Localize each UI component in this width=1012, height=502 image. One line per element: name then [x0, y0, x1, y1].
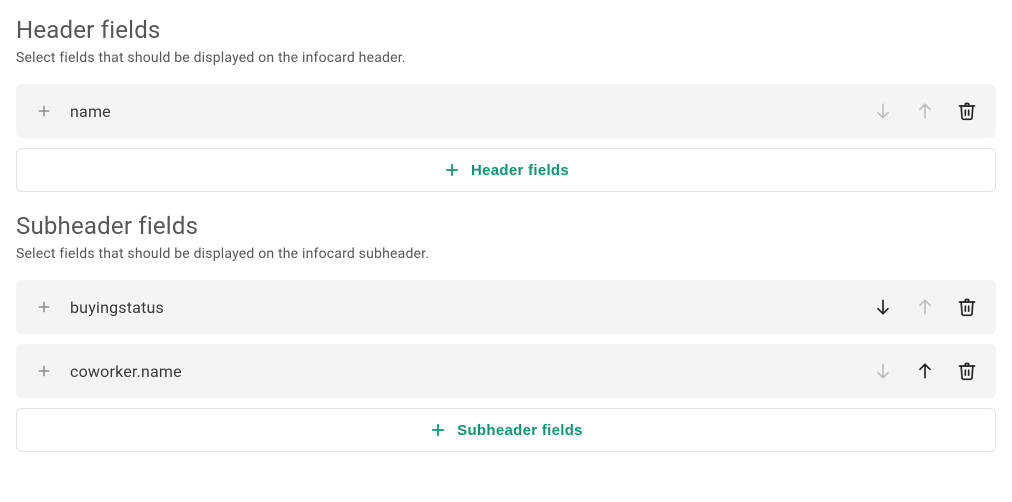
trash-icon	[957, 101, 977, 121]
move-down-button[interactable]	[872, 360, 894, 382]
field-label: coworker.name	[70, 362, 872, 381]
field-label: name	[70, 102, 872, 121]
field-row: coworker.name	[16, 344, 996, 398]
section-title: Header fields	[16, 16, 996, 44]
header-fields-section: Header fields Select fields that should …	[16, 16, 996, 192]
delete-button[interactable]	[956, 360, 978, 382]
arrow-up-icon	[915, 361, 935, 381]
move-up-button[interactable]	[914, 100, 936, 122]
arrow-down-icon	[873, 297, 893, 317]
drag-handle-icon[interactable]	[34, 297, 54, 317]
move-down-button[interactable]	[872, 296, 894, 318]
section-description: Select fields that should be displayed o…	[16, 50, 996, 66]
subheader-fields-section: Subheader fields Select fields that shou…	[16, 212, 996, 452]
plus-icon	[429, 421, 447, 439]
arrow-down-icon	[873, 361, 893, 381]
field-label: buyingstatus	[70, 298, 872, 317]
drag-handle-icon[interactable]	[34, 361, 54, 381]
trash-icon	[957, 297, 977, 317]
drag-handle-icon[interactable]	[34, 101, 54, 121]
move-down-button[interactable]	[872, 100, 894, 122]
add-header-field-button[interactable]: Header fields	[16, 148, 996, 192]
arrow-up-icon	[915, 297, 935, 317]
move-up-button[interactable]	[914, 296, 936, 318]
delete-button[interactable]	[956, 296, 978, 318]
row-actions	[872, 296, 978, 318]
plus-icon	[443, 161, 461, 179]
section-title: Subheader fields	[16, 212, 996, 240]
arrow-up-icon	[915, 101, 935, 121]
add-button-label: Subheader fields	[457, 422, 583, 439]
add-button-label: Header fields	[471, 162, 569, 179]
row-actions	[872, 360, 978, 382]
row-actions	[872, 100, 978, 122]
field-row: buyingstatus	[16, 280, 996, 334]
trash-icon	[957, 361, 977, 381]
delete-button[interactable]	[956, 100, 978, 122]
field-row: name	[16, 84, 996, 138]
add-subheader-field-button[interactable]: Subheader fields	[16, 408, 996, 452]
move-up-button[interactable]	[914, 360, 936, 382]
section-description: Select fields that should be displayed o…	[16, 246, 996, 262]
arrow-down-icon	[873, 101, 893, 121]
